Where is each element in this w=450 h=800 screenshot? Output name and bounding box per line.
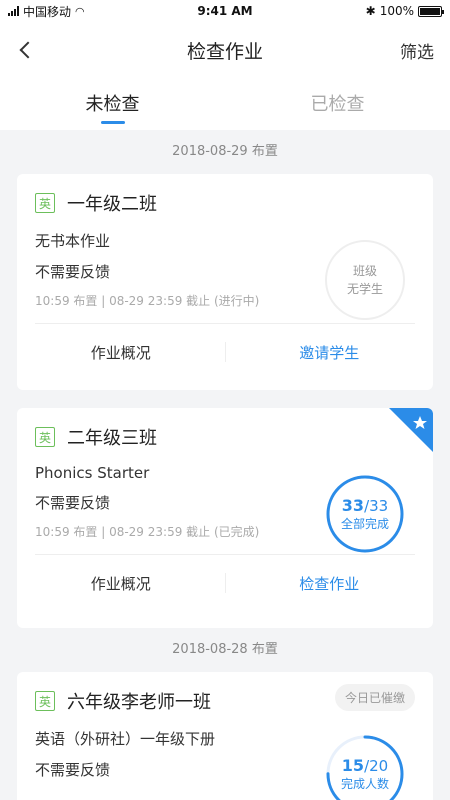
card-body: Phonics Starter 不需要反馈 10:59 布置 | 08-29 2… — [17, 464, 433, 553]
battery-label: 100% — [379, 4, 414, 18]
nav-bar: 检查作业 筛选 — [0, 22, 450, 78]
total-count: /20 — [364, 757, 389, 775]
progress-count: 15/20 — [342, 756, 388, 775]
filter-button[interactable]: 筛选 — [400, 38, 434, 63]
bluetooth-icon: ✱ — [365, 4, 376, 18]
homework-list: 2018-08-29 布置 英 一年级二班 无书本作业 不需要反馈 10:59 … — [0, 130, 450, 800]
wifi-icon: ◠ — [75, 4, 85, 18]
subject-tag: 英 — [35, 427, 55, 447]
status-left: 中国移动 ◠ — [8, 3, 85, 20]
homework-card[interactable]: 英 二年级三班 Phonics Starter 不需要反馈 10:59 布置 |… — [17, 408, 433, 628]
star-icon — [389, 408, 433, 452]
progress-text: 15/20 完成人数 — [325, 734, 405, 800]
class-name: 二年级三班 — [67, 428, 157, 449]
progress-label: 全部完成 — [340, 517, 389, 531]
carrier-label: 中国移动 — [23, 4, 72, 19]
check-homework-button[interactable]: 检查作业 — [226, 573, 434, 594]
page-title: 检查作业 — [186, 40, 263, 63]
completion-progress-circle: 15/20 完成人数 — [325, 734, 405, 800]
card-actions: 作业概况 邀请学生 — [17, 324, 433, 380]
date-group-label: 2018-08-28 布置 — [172, 642, 278, 657]
card-header: 英 二年级三班 — [17, 408, 433, 450]
overview-button[interactable]: 作业概况 — [17, 573, 225, 594]
tab-bar: 未检查 已检查 — [0, 78, 450, 130]
status-bar: 中国移动 ◠ 9:41 AM ✱ 100% — [0, 0, 450, 22]
status-line: 无学生 — [346, 282, 383, 296]
homework-card[interactable]: 英 一年级二班 无书本作业 不需要反馈 10:59 布置 | 08-29 23:… — [17, 174, 433, 390]
overview-button[interactable]: 作业概况 — [17, 342, 225, 363]
status-right: ✱ 100% — [365, 4, 444, 18]
done-count: 33 — [341, 496, 365, 515]
card-body: 英语（外研社）一年级下册 不需要反馈 15/20 完成人数 — [17, 728, 433, 800]
chevron-left-icon — [19, 41, 37, 59]
card-actions: 作业概况 检查作业 — [17, 555, 433, 611]
class-name: 一年级二班 — [67, 194, 157, 215]
card-body: 无书本作业 不需要反馈 10:59 布置 | 08-29 23:59 截止 (进… — [17, 230, 433, 320]
battery-icon — [418, 5, 444, 17]
tab-unchecked[interactable]: 未检查 — [0, 78, 225, 130]
invite-students-button[interactable]: 邀请学生 — [226, 342, 434, 363]
back-button[interactable] — [16, 35, 46, 65]
progress-count: 33/33 — [342, 496, 388, 515]
completion-progress-circle: 33/33 全部完成 — [325, 474, 405, 554]
subject-tag: 英 — [35, 691, 55, 711]
subject-tag: 英 — [35, 193, 55, 213]
signal-icon — [8, 6, 19, 16]
homework-card[interactable]: 英 六年级李老师一班 今日已催缴 英语（外研社）一年级下册 不需要反馈 15/2… — [17, 672, 433, 800]
class-name: 六年级李老师一班 — [67, 692, 211, 713]
done-count: 15 — [341, 756, 365, 775]
tab-checked[interactable]: 已检查 — [225, 78, 450, 130]
total-count: /33 — [364, 497, 389, 515]
status-line: 班级 — [352, 264, 377, 278]
class-status-circle: 班级 无学生 — [325, 240, 405, 320]
progress-text: 33/33 全部完成 — [325, 474, 405, 554]
date-group-label: 2018-08-29 布置 — [172, 144, 278, 159]
progress-label: 完成人数 — [340, 777, 389, 791]
tab-label: 未检查 — [85, 94, 140, 115]
tab-label: 已检查 — [310, 94, 365, 115]
tab-indicator — [100, 121, 125, 124]
card-header: 英 一年级二班 — [17, 174, 433, 216]
reminded-badge: 今日已催缴 — [334, 684, 415, 711]
